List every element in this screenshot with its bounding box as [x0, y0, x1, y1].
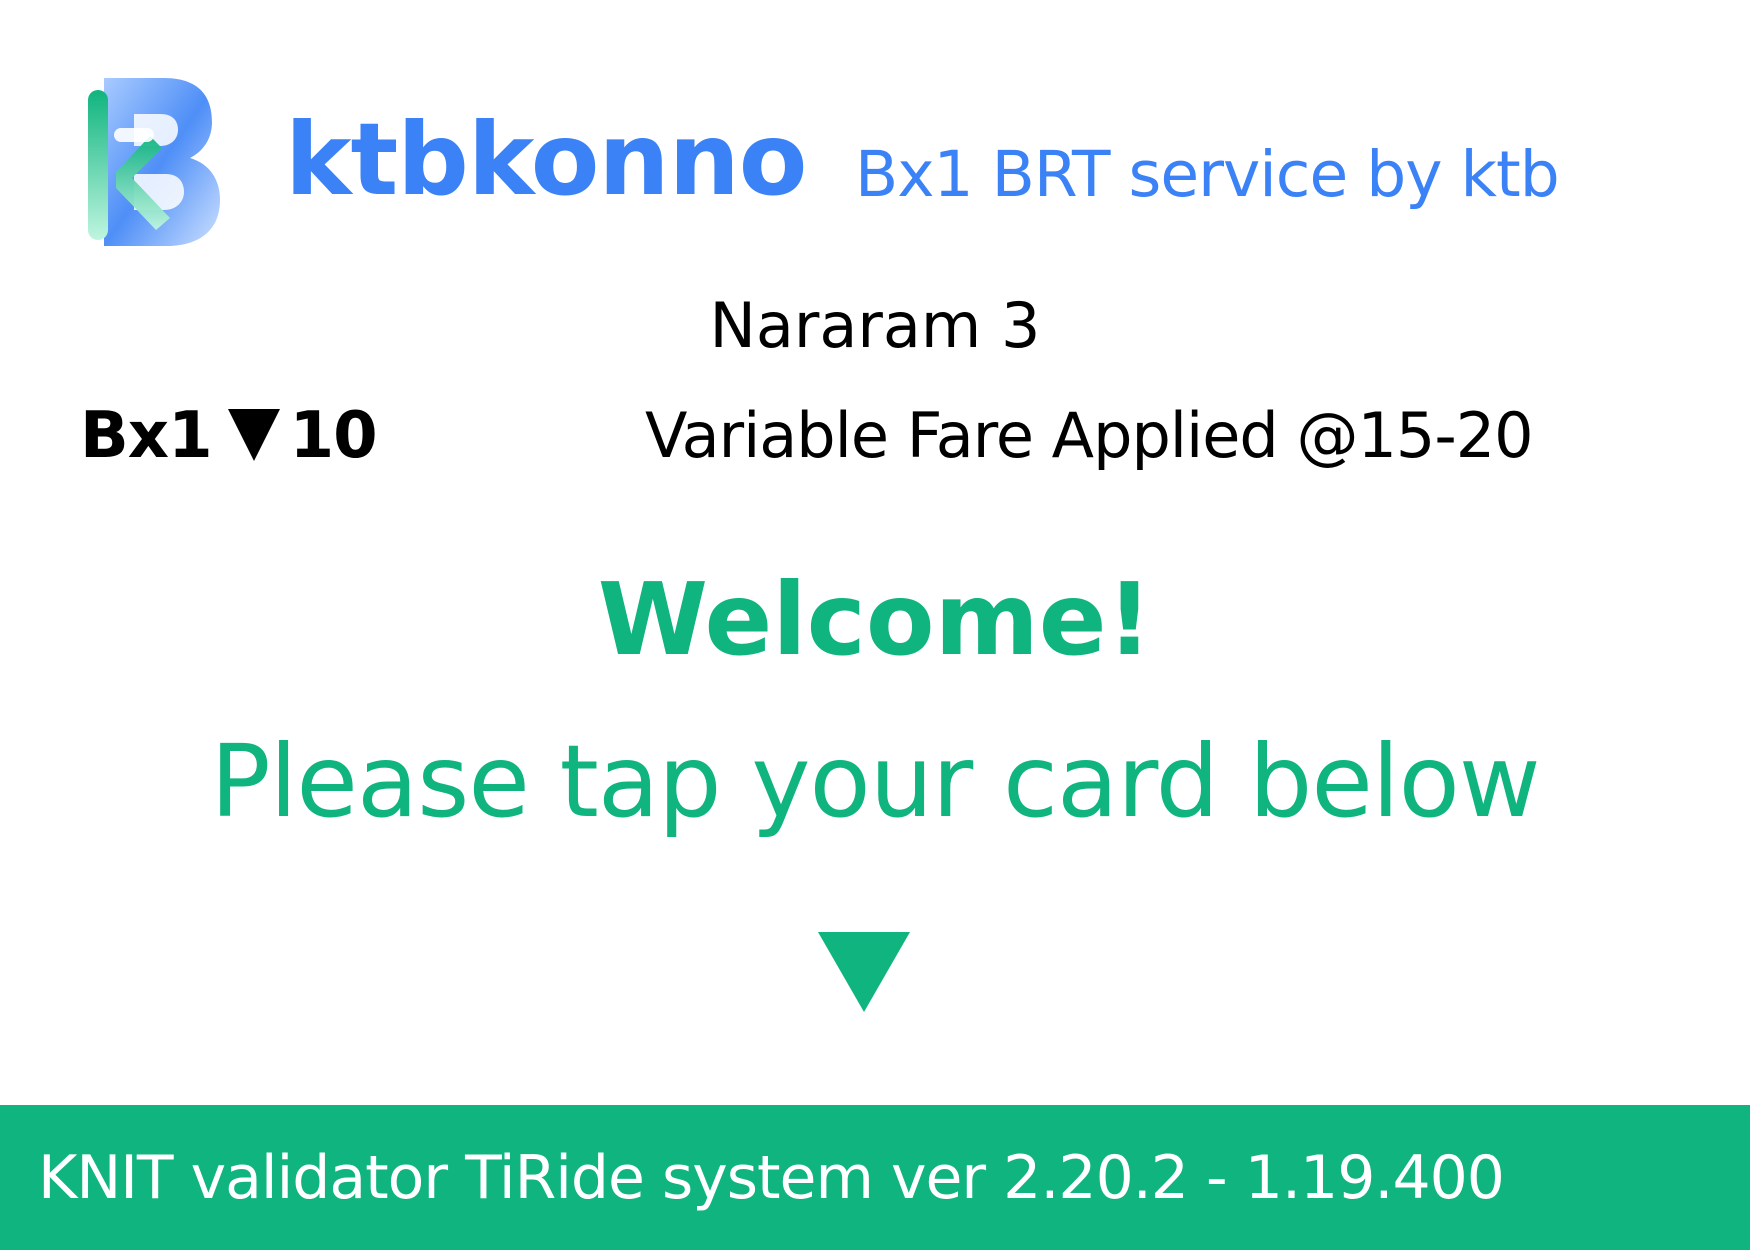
route-number: 10: [289, 399, 378, 473]
fare-info: Variable Fare Applied @15-20: [645, 399, 1534, 472]
ktb-logo-icon: [88, 78, 220, 246]
down-arrow-icon: [818, 932, 910, 1012]
stop-name: Nararam 3: [709, 289, 1041, 362]
tap-instruction: Please tap your card below: [210, 723, 1540, 840]
welcome-title: Welcome!: [597, 561, 1153, 678]
footer-version-text: KNIT validator TiRide system ver 2.20.2 …: [38, 1143, 1505, 1213]
route-line: Bx1: [80, 399, 213, 473]
down-triangle-icon: [227, 409, 280, 461]
brand-tagline: Bx1 BRT service by ktb: [855, 138, 1560, 211]
route-info: Bx1 10: [80, 398, 378, 474]
brand-name: ktbkonno: [285, 101, 807, 218]
